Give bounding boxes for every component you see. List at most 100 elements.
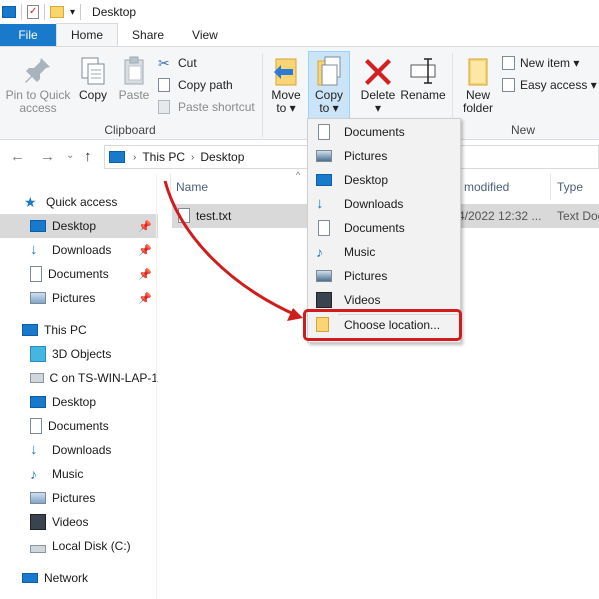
annotation-arrow — [163, 180, 303, 321]
menu-item-pictures[interactable]: Pictures — [308, 144, 460, 168]
sidebar-label: This PC — [44, 323, 87, 337]
rename-button[interactable]: Rename — [400, 55, 446, 102]
sidebar-label: Pictures — [52, 491, 96, 505]
pinned-icon: 📌 — [138, 268, 152, 281]
sidebar-item-network-drive[interactable]: C on TS-WIN-LAP-1 — [0, 366, 158, 390]
cut-label: Cut — [178, 56, 197, 70]
sidebar-item-desktop[interactable]: Desktop 📌 — [0, 214, 158, 238]
menu-item-music[interactable]: ♪ Music — [308, 240, 460, 264]
paste-shortcut-icon — [158, 100, 170, 114]
sidebar-item-local-disk[interactable]: Local Disk (C:) — [0, 534, 158, 558]
desktop-icon — [30, 396, 46, 408]
menu-item-downloads[interactable]: ↓ Downloads — [308, 192, 460, 216]
sidebar-item-videos[interactable]: Videos — [0, 510, 158, 534]
menu-item-desktop[interactable]: Desktop — [308, 168, 460, 192]
paste-shortcut-button[interactable]: Paste shortcut — [158, 97, 255, 117]
sidebar-label: Downloads — [52, 243, 112, 257]
tab-share[interactable]: Share — [118, 24, 178, 46]
documents-icon — [318, 124, 330, 140]
sidebar-item-pictures-pc[interactable]: Pictures — [0, 486, 158, 510]
sidebar-label: Documents — [48, 419, 109, 433]
menu-item-documents[interactable]: Documents — [308, 120, 460, 144]
pinned-icon: 📌 — [138, 220, 152, 233]
breadcrumb-this-pc[interactable]: This PC — [142, 150, 185, 164]
ribbon: Pin to Quick access Copy Paste ✂ Cut Cop… — [0, 46, 599, 140]
clipboard-icon — [124, 56, 144, 85]
sidebar-item-3d-objects[interactable]: 3D Objects — [0, 342, 158, 366]
breadcrumb-chevron-icon: › — [191, 151, 195, 163]
sidebar-label: Network — [44, 571, 89, 585]
delete-button[interactable]: Delete ▾ — [360, 55, 396, 115]
delete-x-icon — [365, 59, 391, 85]
new-item-button[interactable]: New item ▾ — [502, 53, 579, 73]
sidebar-label: C on TS-WIN-LAP-1 — [49, 371, 158, 385]
tab-view[interactable]: View — [178, 24, 232, 46]
pinned-icon: 📌 — [138, 244, 152, 257]
cut-button[interactable]: ✂ Cut — [158, 53, 197, 73]
sidebar-item-downloads-pc[interactable]: ↓ Downloads — [0, 438, 158, 462]
title-bar: ✓ ▾ Desktop — [0, 0, 599, 24]
sidebar-label: 3D Objects — [52, 347, 112, 361]
sidebar-item-desktop-pc[interactable]: Desktop — [0, 390, 158, 414]
copy-path-label: Copy path — [178, 78, 233, 92]
music-note-icon: ♪ — [30, 466, 37, 482]
column-header-modified[interactable]: modified — [464, 180, 509, 194]
move-to-icon — [274, 58, 297, 86]
sidebar-label: Local Disk (C:) — [52, 539, 131, 553]
ribbon-divider — [262, 53, 263, 137]
sidebar-this-pc[interactable]: This PC — [0, 318, 158, 342]
back-arrow-icon[interactable]: ← — [10, 148, 25, 165]
sidebar-item-music[interactable]: ♪ Music — [0, 462, 158, 486]
hard-drive-icon — [30, 545, 46, 553]
sidebar-item-documents[interactable]: Documents 📌 — [0, 262, 158, 286]
pin-label-2: access — [19, 101, 57, 115]
new-group-label: New — [510, 123, 535, 137]
menu-item-documents-2[interactable]: Documents — [308, 216, 460, 240]
3d-cube-icon — [30, 346, 46, 362]
sidebar-item-downloads[interactable]: ↓ Downloads 📌 — [0, 238, 158, 262]
ribbon-tabs: File Home Share View — [0, 23, 599, 46]
pinned-icon: 📌 — [138, 292, 152, 305]
pin-icon — [25, 58, 50, 83]
move-to-button[interactable]: Move to ▾ — [268, 55, 304, 115]
desktop-icon — [316, 174, 332, 186]
sidebar-label: Pictures — [52, 291, 96, 305]
new-folder-button[interactable]: New folder — [458, 55, 498, 115]
sidebar-item-pictures[interactable]: Pictures 📌 — [0, 286, 158, 310]
pane-divider[interactable] — [156, 174, 157, 599]
menu-item-label: Documents — [344, 125, 405, 139]
tab-home[interactable]: Home — [56, 23, 119, 46]
pictures-icon — [30, 292, 46, 304]
copy-button[interactable]: Copy — [76, 55, 110, 102]
easy-access-button[interactable]: Easy access ▾ — [502, 75, 597, 95]
customize-quick-access-icon[interactable]: ▾ — [70, 7, 75, 18]
copy-to-label-2: to ▾ — [319, 101, 339, 115]
copy-path-button[interactable]: Copy path — [158, 75, 233, 95]
pin-to-quick-access-button[interactable]: Pin to Quick access — [4, 55, 72, 115]
properties-icon[interactable]: ✓ — [27, 5, 39, 19]
annotation-highlight-box — [303, 309, 462, 341]
download-arrow-icon: ↓ — [30, 241, 38, 258]
breadcrumb-desktop[interactable]: Desktop — [200, 150, 244, 164]
new-folder-quick-icon[interactable] — [50, 6, 64, 18]
up-arrow-icon[interactable]: ↑ — [84, 148, 92, 165]
menu-item-pictures-2[interactable]: Pictures — [308, 264, 460, 288]
sidebar-label: Desktop — [52, 395, 97, 409]
documents-icon — [30, 418, 42, 434]
sidebar-item-documents-pc[interactable]: Documents — [0, 414, 158, 438]
recent-locations-chevron-icon[interactable]: ⌄ — [66, 150, 74, 161]
sidebar-label: Videos — [52, 515, 89, 529]
download-arrow-icon: ↓ — [316, 195, 324, 212]
window-title: Desktop — [92, 5, 137, 19]
column-header-type[interactable]: Type — [557, 180, 583, 194]
tab-file[interactable]: File — [0, 24, 56, 46]
copy-to-button[interactable]: Copy to ▾ — [310, 55, 348, 115]
sidebar-network[interactable]: Network — [0, 566, 158, 590]
new-folder-label-2: folder — [462, 101, 494, 115]
forward-arrow-icon[interactable]: → — [40, 148, 55, 165]
file-modified: 4/2022 12:32 ... — [458, 209, 542, 223]
column-separator[interactable] — [550, 174, 551, 200]
sidebar-quick-access[interactable]: ★ Quick access — [0, 190, 158, 214]
paste-button[interactable]: Paste — [116, 55, 152, 102]
download-arrow-icon: ↓ — [30, 441, 38, 458]
